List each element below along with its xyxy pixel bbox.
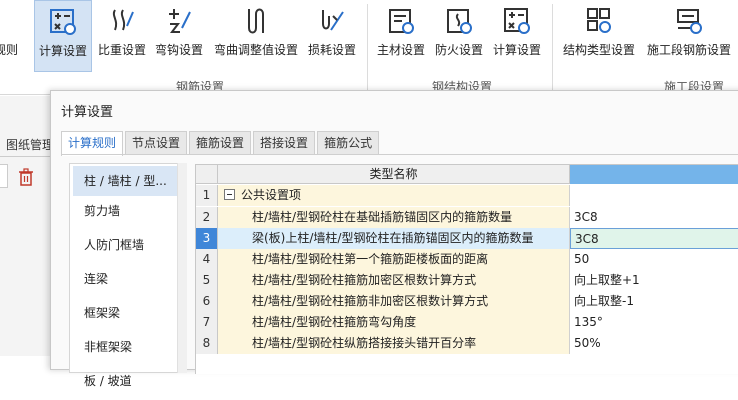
row-name: 柱/墙柱/型钢砼柱箍筋非加密区根数计算方式 bbox=[218, 291, 570, 312]
category-item-slab-ramp[interactable]: 板 / 坡道 bbox=[70, 366, 186, 400]
row-value[interactable]: 50 bbox=[570, 249, 738, 270]
ribbon-button-section-rebar[interactable]: 施工段钢筋设置 bbox=[644, 0, 734, 72]
ribbon-button-label: 计算设置 bbox=[38, 44, 87, 58]
panel-toggle[interactable] bbox=[0, 164, 8, 188]
row-number: 2 bbox=[196, 207, 218, 228]
ribbon-button-bend-adjust[interactable]: 弯曲调整值设置 bbox=[210, 0, 302, 72]
weight-ratio-icon bbox=[112, 9, 134, 31]
ribbon-button-label: 防火设置 bbox=[434, 43, 483, 57]
row-value[interactable]: 3C8 bbox=[570, 207, 738, 228]
structure-type-icon bbox=[587, 8, 611, 33]
row-value-input[interactable]: 3C8 bbox=[570, 228, 738, 249]
ribbon-button-label: 弯钩设置 bbox=[154, 43, 203, 57]
row-value[interactable] bbox=[570, 185, 738, 206]
table-row[interactable]: 1 公共设置项 bbox=[196, 185, 738, 206]
loss-settings-icon bbox=[322, 10, 344, 31]
ribbon-button-structure-type[interactable]: 结构类型设置 bbox=[560, 0, 638, 72]
calc-settings-dialog: 计算设置 计算规则 节点设置 箍筋设置 搭接设置 箍筋公式 柱 / 墙柱 / 型… bbox=[50, 90, 738, 388]
dialog-tabs: 计算规则 节点设置 箍筋设置 搭接设置 箍筋公式 bbox=[61, 131, 380, 156]
category-item-coupling-beam[interactable]: 连梁 bbox=[70, 264, 186, 298]
collapse-icon[interactable] bbox=[224, 189, 235, 200]
category-item-shear-wall[interactable]: 剪力墙 bbox=[70, 196, 186, 230]
header-type-name: 类型名称 bbox=[218, 165, 570, 184]
tab-node-settings[interactable]: 节点设置 bbox=[125, 131, 188, 155]
row-name: 公共设置项 bbox=[241, 188, 302, 202]
table-row[interactable]: 2 柱/墙柱/型钢砼柱在基础插筋锚固区内的箍筋数量 3C8 bbox=[196, 207, 738, 228]
table-row[interactable]: 6 柱/墙柱/型钢砼柱箍筋非加密区根数计算方式 向上取整-1 bbox=[196, 291, 738, 312]
category-item-non-frame-beam[interactable]: 非框架梁 bbox=[70, 332, 186, 366]
grid-header: 类型名称 bbox=[196, 165, 738, 184]
ribbon-separator bbox=[367, 4, 368, 90]
row-name: 柱/墙柱/型钢砼柱箍筋弯勾角度 bbox=[218, 312, 570, 333]
trash-icon[interactable] bbox=[18, 168, 34, 186]
ribbon-button-weight-ratio[interactable]: 比重设置 bbox=[96, 0, 148, 72]
ribbon-button-loss-settings[interactable]: 损耗设置 bbox=[304, 0, 360, 72]
row-number: 5 bbox=[196, 270, 218, 291]
row-name: 柱/墙柱/型钢砼柱纵筋搭接接头错开百分率 bbox=[218, 333, 570, 354]
ribbon-button-label: 计算设置 bbox=[492, 43, 541, 57]
header-value bbox=[570, 165, 738, 184]
settings-grid: 类型名称 1 公共设置项 2 柱/墙柱/型钢砼柱在基础插筋锚固区内的箍筋数量 3… bbox=[195, 164, 738, 374]
category-scrollbar[interactable] bbox=[177, 163, 187, 373]
table-row[interactable]: 4 柱/墙柱/型钢砼柱第一个箍筋距楼板面的距离 50 bbox=[196, 249, 738, 270]
tab-stirrup-formula[interactable]: 箍筋公式 bbox=[317, 131, 380, 155]
dialog-title: 计算设置 bbox=[61, 105, 114, 120]
hook-settings-icon bbox=[169, 9, 191, 33]
ribbon-toolbar: 规则 计算设置 比重设置 弯钩设置 弯曲调整值设置 损耗设置 主材设置 防火设置… bbox=[0, 0, 738, 95]
row-number: 6 bbox=[196, 291, 218, 312]
ribbon-button-fire-protection[interactable]: 防火设置 bbox=[432, 0, 486, 72]
table-row[interactable]: 7 柱/墙柱/型钢砼柱箍筋弯勾角度 135° bbox=[196, 312, 738, 333]
row-number: 3 bbox=[196, 228, 218, 249]
row-number: 1 bbox=[196, 185, 218, 206]
ribbon-button-label: 比重设置 bbox=[97, 43, 146, 57]
row-name: 柱/墙柱/型钢砼柱第一个箍筋距楼板面的距离 bbox=[218, 249, 570, 270]
calc-settings-icon bbox=[504, 8, 530, 34]
ribbon-button-label: 主材设置 bbox=[376, 43, 425, 57]
row-value[interactable]: 向上取整-1 bbox=[570, 291, 738, 312]
table-row[interactable]: 8 柱/墙柱/型钢砼柱纵筋搭接接头错开百分率 50% bbox=[196, 333, 738, 354]
ribbon-button-hook-settings[interactable]: 弯钩设置 bbox=[153, 0, 205, 72]
row-value[interactable]: 50% bbox=[570, 333, 738, 354]
tab-calc-rules[interactable]: 计算规则 bbox=[61, 131, 124, 156]
ribbon-button-label: 规则 bbox=[0, 43, 18, 57]
category-item-column[interactable]: 柱 / 墙柱 / 型... bbox=[73, 166, 183, 196]
table-row[interactable]: 3 梁(板)上柱/墙柱/型钢砼柱在插筋锚固区内的箍筋数量 3C8 bbox=[196, 228, 738, 249]
row-value[interactable]: 135° bbox=[570, 312, 738, 333]
ribbon-button-steel-calc-settings[interactable]: 计算设置 bbox=[490, 0, 544, 72]
row-name: 梁(板)上柱/墙柱/型钢砼柱在插筋锚固区内的箍筋数量 bbox=[218, 228, 570, 249]
row-number: 7 bbox=[196, 312, 218, 333]
ribbon-button-calc-settings[interactable]: 计算设置 bbox=[34, 0, 92, 72]
row-name: 柱/墙柱/型钢砼柱箍筋加密区根数计算方式 bbox=[218, 270, 570, 291]
category-item-civil-defense-door-wall[interactable]: 人防门框墙 bbox=[70, 230, 186, 264]
table-row[interactable]: 5 柱/墙柱/型钢砼柱箍筋加密区根数计算方式 向上取整+1 bbox=[196, 270, 738, 291]
ribbon-button-label: 施工段钢筋设置 bbox=[646, 43, 731, 57]
divider bbox=[61, 154, 738, 155]
section-rebar-icon bbox=[677, 9, 702, 34]
category-list: 柱 / 墙柱 / 型... 剪力墙 人防门框墙 连梁 框架梁 非框架梁 板 / … bbox=[69, 163, 187, 388]
row-number: 4 bbox=[196, 249, 218, 270]
tab-lap-settings[interactable]: 搭接设置 bbox=[253, 131, 316, 155]
main-material-icon bbox=[389, 9, 414, 34]
left-panel: 图纸管理 bbox=[0, 96, 54, 356]
category-item-frame-beam[interactable]: 框架梁 bbox=[70, 298, 186, 332]
row-value[interactable]: 向上取整+1 bbox=[570, 270, 738, 291]
calc-settings-icon bbox=[50, 9, 76, 35]
ribbon-button-label: 损耗设置 bbox=[307, 43, 356, 57]
row-name-cell: 公共设置项 bbox=[218, 185, 570, 206]
ribbon-button-main-material[interactable]: 主材设置 bbox=[374, 0, 428, 72]
ribbon-button-label: 结构类型设置 bbox=[562, 43, 635, 57]
header-row-number bbox=[196, 165, 218, 184]
bend-adjust-icon bbox=[248, 8, 264, 34]
row-name: 柱/墙柱/型钢砼柱在基础插筋锚固区内的箍筋数量 bbox=[218, 207, 570, 228]
drawing-manager-tab[interactable]: 图纸管理 bbox=[6, 136, 54, 153]
ribbon-button-rules[interactable]: 规则 bbox=[0, 0, 20, 72]
divider bbox=[0, 156, 52, 157]
ribbon-button-label: 弯曲调整值设置 bbox=[213, 43, 298, 57]
tab-stirrup-settings[interactable]: 箍筋设置 bbox=[189, 131, 252, 155]
fire-protection-icon bbox=[447, 9, 472, 34]
row-number: 8 bbox=[196, 333, 218, 354]
ribbon-separator bbox=[552, 4, 553, 90]
